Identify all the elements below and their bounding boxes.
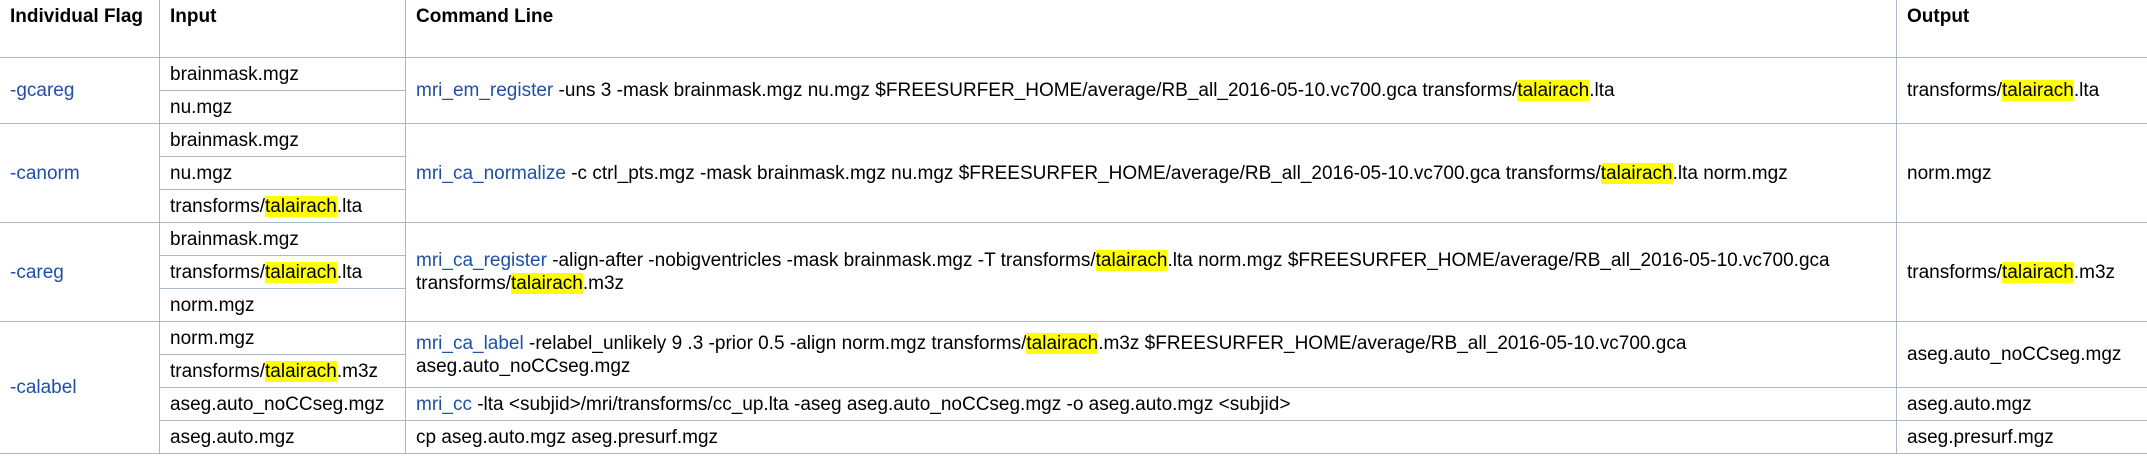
highlight-talairach: talairach [1095, 250, 1168, 271]
command-tool-link[interactable]: mri_em_register [416, 80, 553, 101]
highlight-talairach: talairach [2002, 80, 2074, 101]
flag-cell: -calabel [0, 321, 160, 454]
flag-cell: -gcareg [0, 57, 160, 124]
command-cell: mri_em_register -uns 3 -mask brainmask.m… [405, 57, 1897, 124]
command-args: cp aseg.auto.mgz aseg.presurf.mgz [416, 426, 719, 448]
input-cell: transforms/talairach.lta [159, 189, 406, 223]
input-cell: brainmask.mgz [159, 57, 406, 91]
flag-cell: -careg [0, 222, 160, 322]
command-args: -relabel_unlikely 9 .3 -prior 0.5 -align… [416, 332, 1687, 377]
table-row: -gcareg brainmask.mgz mri_em_register -uns… [0, 57, 2147, 124]
input-cell: aseg.auto.mgz [159, 420, 406, 454]
highlight-talairach: talairach [265, 195, 337, 217]
command-cell: mri_ca_normalize -c ctrl_pts.mgz -mask b… [405, 123, 1897, 223]
input-cell: nu.mgz [159, 156, 406, 190]
command-args: -align-after -nobigventricles -mask brai… [416, 250, 1830, 294]
highlight-talairach: talairach [511, 273, 583, 294]
input-cell: brainmask.mgz [159, 222, 406, 256]
header-output: Output [1896, 0, 2147, 58]
highlight-talairach: talairach [1517, 80, 1590, 101]
pipeline-table: Individual Flag Input Command Line Outpu… [0, 0, 2147, 454]
header-input: Input [159, 0, 406, 58]
command-tool-link[interactable]: mri_cc [416, 394, 472, 415]
command-tool-link[interactable]: mri_ca_normalize [416, 163, 566, 184]
highlight-talairach: talairach [1600, 162, 1673, 184]
command-cell: mri_ca_label -relabel_unlikely 9 .3 -pri… [405, 321, 1897, 388]
input-cell: norm.mgz [159, 288, 406, 322]
input-cell: aseg.auto_noCCseg.mgz [159, 387, 406, 421]
table-row: -canorm brainmask.mgz mri_ca_normalize -c … [0, 123, 2147, 223]
command-args: -lta <subjid>/mri/transforms/cc_up.lta -… [471, 393, 1291, 415]
command-cell: cp aseg.auto.mgz aseg.presurf.mgz [405, 420, 1897, 454]
input-cell: transforms/talairach.lta [159, 255, 406, 289]
output-cell: transforms/talairach.lta [1896, 57, 2147, 124]
highlight-talairach: talairach [265, 360, 337, 382]
flag-link[interactable]: -gcareg [10, 80, 74, 101]
command-args: -c ctrl_pts.mgz -mask brainmask.mgz nu.m… [565, 162, 1788, 184]
input-cell: nu.mgz [159, 90, 406, 124]
highlight-talairach: talairach [2002, 261, 2074, 283]
table-row: aseg.auto_noCCseg.mgz mri_cc -lta <subjid… [0, 387, 2147, 421]
header-flag: Individual Flag [0, 0, 160, 58]
input-cell: transforms/talairach.m3z [159, 354, 406, 388]
header-row: Individual Flag Input Command Line Outpu… [0, 0, 2147, 58]
flag-link[interactable]: -calabel [10, 377, 77, 398]
command-tool-link[interactable]: mri_ca_register [416, 250, 547, 271]
header-command: Command Line [405, 0, 1897, 58]
table-body: -gcareg brainmask.mgz mri_em_register -uns… [0, 57, 2147, 454]
highlight-talairach: talairach [1026, 332, 1099, 354]
command-cell: mri_ca_register -align-after -nobigventr… [405, 222, 1897, 322]
input-cell: brainmask.mgz [159, 123, 406, 157]
flag-cell: -canorm [0, 123, 160, 223]
table-row: -calabel norm.mgz mri_ca_label -relabel_un… [0, 321, 2147, 454]
command-args: -uns 3 -mask brainmask.mgz nu.mgz $FREES… [553, 80, 1615, 101]
table-row: -careg brainmask.mgz mri_ca_register -alig… [0, 222, 2147, 322]
table-row: aseg.auto.mgz cp aseg.auto.mgz aseg.presu… [0, 420, 2147, 454]
command-tool-link[interactable]: mri_ca_label [416, 333, 524, 354]
output-cell: norm.mgz [1896, 123, 2147, 223]
highlight-talairach: talairach [265, 261, 337, 283]
command-cell: mri_cc -lta <subjid>/mri/transforms/cc_u… [405, 387, 1897, 421]
input-cell: norm.mgz [159, 321, 406, 355]
output-cell: transforms/talairach.m3z [1896, 222, 2147, 322]
output-cell: aseg.auto_noCCseg.mgz [1896, 321, 2147, 388]
output-cell: aseg.presurf.mgz [1896, 420, 2147, 454]
flag-link[interactable]: -canorm [10, 163, 80, 184]
flag-link[interactable]: -careg [10, 262, 64, 283]
output-cell: aseg.auto.mgz [1896, 387, 2147, 421]
